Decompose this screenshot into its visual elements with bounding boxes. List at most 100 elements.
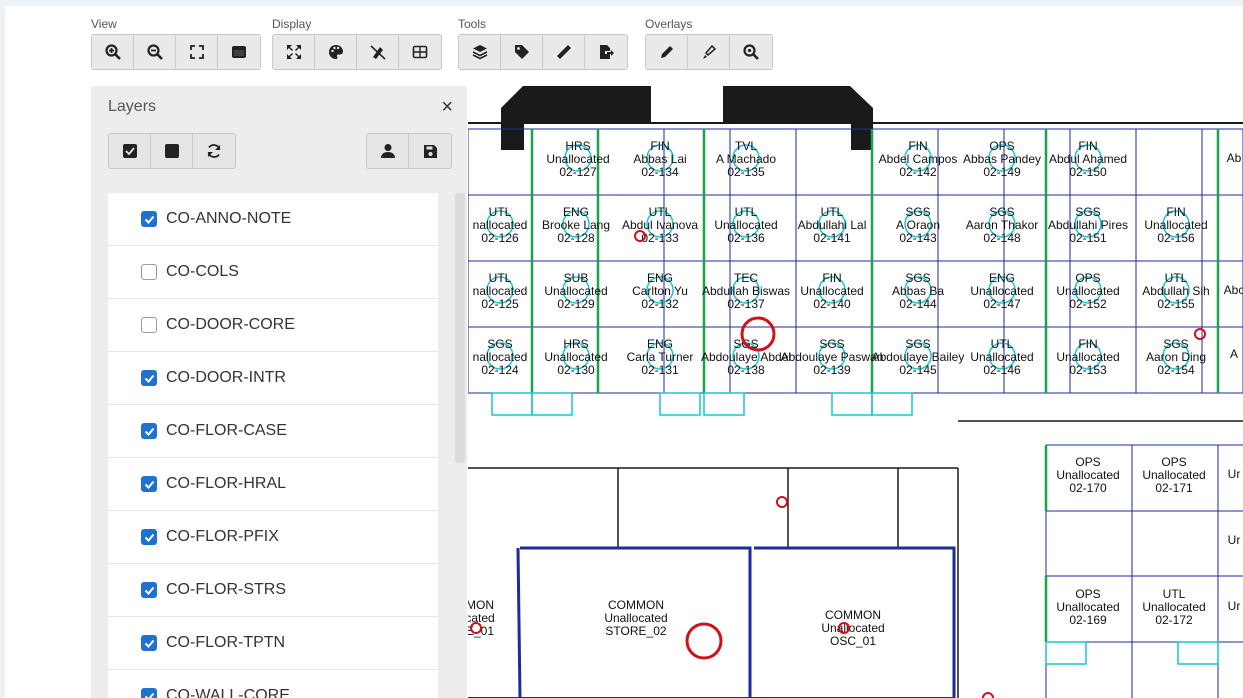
search-zoom-icon [743,44,759,60]
room-department: UTL [489,271,512,285]
room-department: FIN [908,139,927,153]
eye-slash-button[interactable] [357,35,399,69]
room-occupant: Abdel Campos [879,152,958,166]
room-department: HRS [565,139,590,153]
room-department: OPS [989,139,1014,153]
close-icon[interactable]: × [441,96,453,119]
layer-item[interactable]: CO-ANNO-NOTE [108,193,438,246]
palette-icon [328,45,343,59]
layer-actions [108,133,236,169]
floorplan-drawing[interactable]: HRSUnallocated02-127FINAbbas Lai02-134TV… [468,86,1243,698]
room-id: 02-144 [899,297,937,311]
room-occupant: Aaron Thakor [966,218,1039,232]
checkbox-unchecked-icon[interactable] [141,264,157,280]
checkbox-checked-icon[interactable] [141,529,157,545]
layer-name: CO-WALL-CORE [166,687,290,698]
room-id: STORE_02 [605,624,666,638]
room-department: SGS [905,205,930,219]
checkbox-checked-icon[interactable] [141,211,157,227]
user-button[interactable] [367,134,409,168]
layer-item[interactable]: CO-DOOR-CORE [108,299,438,352]
room-department: ENG [647,271,673,285]
room-department: UTL [649,205,672,219]
layer-name: CO-FLOR-HRAL [166,475,287,492]
room-department: COMMON [608,598,664,612]
refresh-button[interactable] [193,134,235,168]
room-occupant: A Machado [716,152,776,166]
scrollbar[interactable] [455,193,465,463]
search-zoom-button[interactable] [730,35,772,69]
room-department: UTL [489,205,512,219]
room-department: UTL [991,337,1014,351]
room-id: 02-124 [481,363,519,377]
layer-item[interactable]: CO-WALL-CORE [108,670,438,698]
pencil-button[interactable] [646,35,688,69]
checkbox-unchecked-icon[interactable] [141,317,157,333]
export-button[interactable] [585,35,627,69]
layer-item[interactable]: CO-FLOR-TPTN [108,617,438,670]
room-id: 02-141 [813,231,851,245]
room-id: 02-149 [983,165,1021,179]
room-id: 02-140 [813,297,851,311]
checkbox-checked-icon[interactable] [141,476,157,492]
layer-item[interactable]: CO-COLS [108,246,438,299]
user-icon [380,144,395,158]
room-id: 02-153 [1069,363,1107,377]
room-occupant: nallocated [473,218,528,232]
window-button[interactable] [218,35,260,69]
room-occupant: Unallocated [821,621,884,635]
layer-name: CO-ANNO-NOTE [166,210,292,227]
checkbox-checked-icon[interactable] [141,370,157,386]
room-id: 02-152 [1069,297,1107,311]
fit-extent-button[interactable] [176,35,218,69]
export-icon [600,45,614,59]
floorplan-map[interactable]: HRS Unallocated 02-127 FIN Abbas Lai 02-134 TV… [468,86,1243,698]
layer-item[interactable]: CO-FLOR-CASE [108,405,438,458]
uncheck-all-button[interactable] [151,134,193,168]
room-occupant: Unallocated [970,350,1033,364]
room-id: 02-156 [1157,231,1195,245]
room-occupant: Unallocated [544,284,607,298]
checkbox-checked-icon[interactable] [141,582,157,598]
room-id: 02-151 [1069,231,1107,245]
desk-outline [1177,641,1219,665]
grid-icon [412,45,428,59]
expand-icon [286,45,301,59]
save-button[interactable] [409,134,451,168]
room-occupant: Abbas Pandey [963,152,1041,166]
room-id: 02-125 [481,297,519,311]
room-department: TVL [735,139,757,153]
ruler-button[interactable] [543,35,585,69]
layer-item[interactable]: CO-FLOR-STRS [108,564,438,617]
pencil-icon [660,46,673,58]
checkbox-checked-icon[interactable] [141,688,157,698]
room-id: 02-148 [983,231,1021,245]
room-occupant: Abdullahi Lal [798,218,867,232]
zoom-in-button[interactable] [92,35,134,69]
room-occupant: Unallocated [1056,600,1119,614]
room-department: UTL [735,205,758,219]
desk-outline [703,392,745,416]
tag-icon [514,45,529,59]
layer-item[interactable]: CO-DOOR-INTR [108,352,438,405]
room-department: UTL [1165,271,1188,285]
highlighter-button[interactable] [688,35,730,69]
palette-button[interactable] [315,35,357,69]
room-department: OPS [1161,455,1186,469]
checkbox-checked-icon[interactable] [141,635,157,651]
room-id: 02-130 [557,363,595,377]
layer-item[interactable]: CO-FLOR-PFIX [108,511,438,564]
tag-button[interactable] [501,35,543,69]
room-department: ENG [989,271,1015,285]
expand-button[interactable] [273,35,315,69]
room-id: 02-134 [641,165,679,179]
check-all-button[interactable] [109,134,151,168]
room-department: SGS [1163,337,1188,351]
layer-item[interactable]: CO-FLOR-HRAL [108,458,438,511]
grid-button[interactable] [399,35,441,69]
room-id: 02-172 [1155,613,1193,627]
checkbox-checked-icon[interactable] [141,423,157,439]
room-occupant: cated [468,611,495,625]
layers-button[interactable] [459,35,501,69]
zoom-out-button[interactable] [134,35,176,69]
